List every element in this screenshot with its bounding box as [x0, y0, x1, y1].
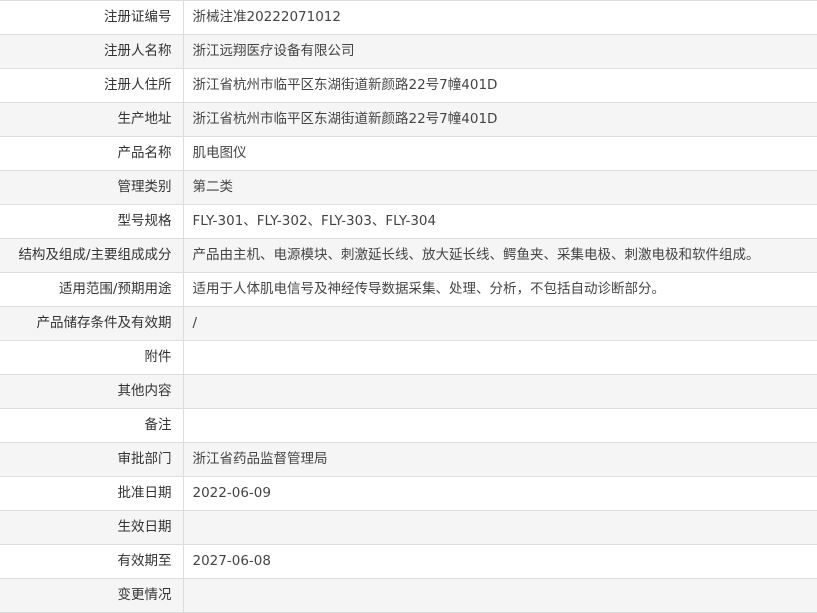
- row-attachments: 附件: [0, 340, 817, 375]
- field-value-intended-use: 适用于人体肌电信号及神经传导数据采集、处理、分析，不包括自动诊断部分。: [183, 272, 817, 307]
- row-product-name: 产品名称 肌电图仪: [0, 136, 817, 171]
- row-remarks: 备注: [0, 408, 817, 443]
- row-registrant-name: 注册人名称 浙江远翔医疗设备有限公司: [0, 34, 817, 69]
- row-structure-composition: 结构及组成/主要组成成分 产品由主机、电源模块、刺激延长线、放大延长线、鳄鱼夹、…: [0, 238, 817, 273]
- field-value-management-category: 第二类: [183, 170, 817, 205]
- field-value-other-content: [183, 374, 817, 409]
- field-value-model-spec: FLY-301、FLY-302、FLY-303、FLY-304: [183, 204, 817, 239]
- field-label-effective-date: 生效日期: [0, 510, 184, 545]
- row-effective-date: 生效日期: [0, 510, 817, 545]
- field-label-registrant-address: 注册人住所: [0, 68, 184, 103]
- row-production-address: 生产地址 浙江省杭州市临平区东湖街道新颜路22号7幢401D: [0, 102, 817, 137]
- row-valid-until: 有效期至 2027-06-08: [0, 544, 817, 579]
- field-label-intended-use: 适用范围/预期用途: [0, 272, 184, 307]
- field-label-structure-composition: 结构及组成/主要组成成分: [0, 238, 184, 273]
- field-label-management-category: 管理类别: [0, 170, 184, 205]
- row-approval-date: 批准日期 2022-06-09: [0, 476, 817, 511]
- field-value-registrant-name: 浙江远翔医疗设备有限公司: [183, 34, 817, 69]
- field-label-approval-department: 审批部门: [0, 442, 184, 477]
- field-value-registration-number: 浙械注准20222071012: [183, 0, 817, 35]
- row-registrant-address: 注册人住所 浙江省杭州市临平区东湖街道新颜路22号7幢401D: [0, 68, 817, 103]
- field-value-valid-until: 2027-06-08: [183, 544, 817, 579]
- field-label-model-spec: 型号规格: [0, 204, 184, 239]
- registration-detail-table: 注册证编号 浙械注准20222071012 注册人名称 浙江远翔医疗设备有限公司…: [0, 0, 817, 613]
- field-value-attachments: [183, 340, 817, 375]
- row-intended-use: 适用范围/预期用途 适用于人体肌电信号及神经传导数据采集、处理、分析，不包括自动…: [0, 272, 817, 307]
- field-label-product-name: 产品名称: [0, 136, 184, 171]
- row-registration-number: 注册证编号 浙械注准20222071012: [0, 0, 817, 35]
- field-label-registration-number: 注册证编号: [0, 0, 184, 35]
- field-value-structure-composition: 产品由主机、电源模块、刺激延长线、放大延长线、鳄鱼夹、采集电极、刺激电极和软件组…: [183, 238, 817, 273]
- field-label-storage-validity: 产品储存条件及有效期: [0, 306, 184, 341]
- field-label-registrant-name: 注册人名称: [0, 34, 184, 69]
- field-value-change-status: [183, 578, 817, 613]
- field-value-effective-date: [183, 510, 817, 545]
- field-label-other-content: 其他内容: [0, 374, 184, 409]
- field-label-valid-until: 有效期至: [0, 544, 184, 579]
- field-value-approval-department: 浙江省药品监督管理局: [183, 442, 817, 477]
- row-storage-validity: 产品储存条件及有效期 /: [0, 306, 817, 341]
- row-management-category: 管理类别 第二类: [0, 170, 817, 205]
- field-value-registrant-address: 浙江省杭州市临平区东湖街道新颜路22号7幢401D: [183, 68, 817, 103]
- field-label-change-status: 变更情况: [0, 578, 184, 613]
- row-approval-department: 审批部门 浙江省药品监督管理局: [0, 442, 817, 477]
- field-label-remarks: 备注: [0, 408, 184, 443]
- row-model-spec: 型号规格 FLY-301、FLY-302、FLY-303、FLY-304: [0, 204, 817, 239]
- row-other-content: 其他内容: [0, 374, 817, 409]
- field-label-production-address: 生产地址: [0, 102, 184, 137]
- field-value-remarks: [183, 408, 817, 443]
- registration-detail-body: 注册证编号 浙械注准20222071012 注册人名称 浙江远翔医疗设备有限公司…: [0, 0, 817, 613]
- row-change-status: 变更情况: [0, 578, 817, 613]
- field-value-product-name: 肌电图仪: [183, 136, 817, 171]
- field-value-storage-validity: /: [183, 306, 817, 341]
- field-label-attachments: 附件: [0, 340, 184, 375]
- field-value-approval-date: 2022-06-09: [183, 476, 817, 511]
- field-value-production-address: 浙江省杭州市临平区东湖街道新颜路22号7幢401D: [183, 102, 817, 137]
- field-label-approval-date: 批准日期: [0, 476, 184, 511]
